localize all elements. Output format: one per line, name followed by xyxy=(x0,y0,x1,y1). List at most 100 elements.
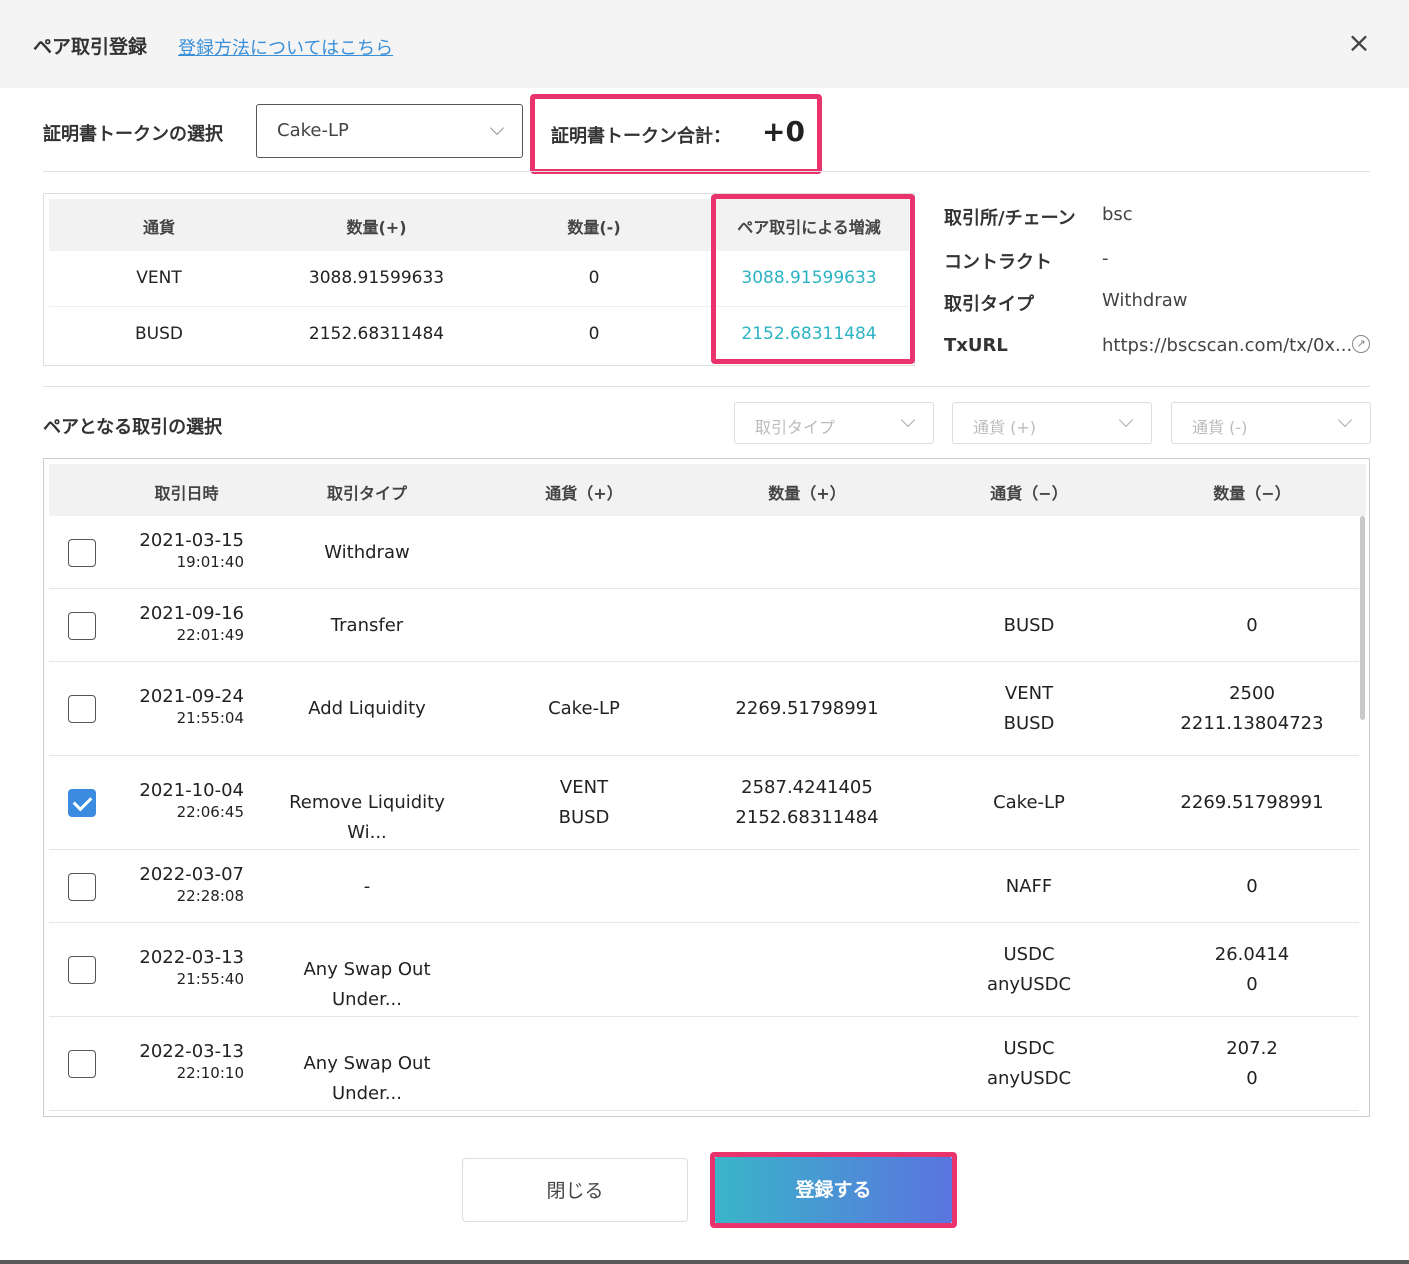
cell-line: Cake-LP xyxy=(548,698,620,719)
transactions-table-header: 取引日時 取引タイプ 通貨（+） 数量（+） 通貨（−） 数量（−） xyxy=(49,464,1366,516)
summary-qty-plus: 2152.68311484 xyxy=(308,324,445,344)
txurl-label: TxURL xyxy=(944,335,1008,356)
header-datetime: 取引日時 xyxy=(154,484,219,503)
filter-currency-minus[interactable]: 通貨 (-) xyxy=(1171,402,1371,444)
token-total-highlight: 証明書トークン合計： +0 xyxy=(530,94,822,174)
close-button[interactable]: 閉じる xyxy=(462,1158,688,1222)
row-tx-type: Add Liquidity xyxy=(308,698,426,719)
row-tx-type: Remove Liquidity Wi... xyxy=(289,792,445,843)
summary-qty-minus: 0 xyxy=(588,268,600,288)
header-qty-plus: 数量（+） xyxy=(768,484,846,503)
help-link[interactable]: 登録方法についてはこちら xyxy=(178,34,393,60)
cell-line: NAFF xyxy=(1005,875,1053,897)
modal-title: ペア取引登録 xyxy=(33,36,148,58)
table-row[interactable]: 2021-03-15 19:01:40 Withdraw xyxy=(49,516,1359,589)
transactions-table: 取引日時 取引タイプ 通貨（+） 数量（+） 通貨（−） 数量（−） 2021-… xyxy=(43,458,1370,1117)
cell-line: BUSD xyxy=(1003,713,1055,734)
submit-button[interactable]: 登録する xyxy=(715,1157,952,1223)
cell-line: 0 xyxy=(1246,875,1258,897)
token-select-row: 証明書トークンの選択 Cake-LP 証明書トークン合計： +0 xyxy=(43,94,1370,174)
row-datetime: 2021-09-16 22:01:49 xyxy=(129,603,244,644)
row-time: 21:55:40 xyxy=(176,970,244,988)
row-cur-minus: VENT BUSD xyxy=(929,679,1129,739)
row-checkbox[interactable] xyxy=(68,538,96,567)
filter-tx-type[interactable]: 取引タイプ xyxy=(734,402,934,444)
exchange-value: bsc xyxy=(1102,204,1133,225)
row-cur-minus: BUSD xyxy=(929,611,1129,641)
cell-line: 0 xyxy=(1246,974,1258,995)
cell-line: 207.2 xyxy=(1226,1038,1278,1059)
row-cur-minus: USDC anyUSDC xyxy=(929,1034,1129,1094)
close-icon[interactable]: × xyxy=(1344,28,1374,58)
txurl-value[interactable]: https://bscscan.com/tx/0x... xyxy=(1102,335,1352,356)
table-row[interactable]: 2021-09-24 21:55:04 Add Liquidity Cake-LP 22… xyxy=(49,662,1359,756)
pair-trade-modal: ペア取引登録 登録方法についてはこちら × 証明書トークンの選択 Cake-LP… xyxy=(0,0,1409,1260)
row-cur-minus: NAFF xyxy=(929,872,1129,902)
divider xyxy=(43,386,1370,387)
row-checkbox[interactable] xyxy=(68,1050,96,1078)
row-date: 2021-10-04 xyxy=(139,780,244,801)
row-date: 2022-03-13 xyxy=(139,947,244,968)
row-cur-plus: VENT BUSD xyxy=(484,773,684,833)
modal-header: ペア取引登録 登録方法についてはこちら × xyxy=(0,0,1409,88)
token-select[interactable]: Cake-LP xyxy=(256,104,523,158)
row-checkbox[interactable] xyxy=(68,789,96,817)
row-datetime: 2021-09-24 21:55:04 xyxy=(129,686,244,727)
row-cur-minus: Cake-LP xyxy=(929,788,1129,818)
table-row[interactable]: 2022-03-13 21:55:40 Any Swap Out Under... U… xyxy=(49,923,1359,1017)
row-time: 19:01:40 xyxy=(176,552,244,571)
header-currency: 通貨 xyxy=(142,218,175,237)
row-checkbox[interactable] xyxy=(68,611,96,640)
header-qty-minus: 数量（−） xyxy=(1213,484,1291,503)
row-qty-minus: 0 xyxy=(1152,611,1352,641)
row-checkbox[interactable] xyxy=(68,872,96,901)
cell-line: BUSD xyxy=(558,807,610,828)
contract-value: - xyxy=(1102,248,1109,269)
row-qty-minus: 2500 2211.13804723 xyxy=(1152,679,1352,739)
cell-line: anyUSDC xyxy=(986,1068,1072,1089)
table-row[interactable]: 2022-03-07 22:28:08 - NAFF 0 xyxy=(49,850,1359,923)
row-date: 2022-03-13 xyxy=(139,1041,244,1062)
filter-tx-type-value: 取引タイプ xyxy=(755,418,836,437)
row-tx-type: Any Swap Out Under... xyxy=(303,1053,431,1104)
cell-line: 26.0414 xyxy=(1214,944,1290,965)
row-time: 22:06:45 xyxy=(176,803,244,821)
row-time: 22:28:08 xyxy=(176,886,244,905)
row-datetime: 2022-03-13 21:55:40 xyxy=(129,947,244,988)
pair-delta-highlight xyxy=(711,194,915,364)
type-label: 取引タイプ xyxy=(944,294,1034,315)
row-checkbox[interactable] xyxy=(68,956,96,984)
table-row[interactable]: 2021-09-16 22:01:49 Transfer BUSD 0 xyxy=(49,589,1359,662)
row-cur-plus: Cake-LP xyxy=(484,694,684,724)
type-value: Withdraw xyxy=(1102,290,1188,311)
divider xyxy=(43,171,1370,172)
summary-currency: BUSD xyxy=(135,324,183,344)
row-datetime: 2021-10-04 22:06:45 xyxy=(129,780,244,821)
table-row[interactable]: 2022-03-13 22:10:10 Any Swap Out Under... U… xyxy=(49,1017,1359,1111)
table-scrollbar[interactable] xyxy=(1360,516,1365,720)
header-currency-minus: 通貨（−） xyxy=(990,484,1068,503)
row-tx-type: - xyxy=(363,875,371,897)
summary-qty-minus: 0 xyxy=(588,324,600,344)
row-cur-minus: USDC anyUSDC xyxy=(929,940,1129,1000)
summary-qty-plus: 3088.91599633 xyxy=(308,268,445,288)
table-row[interactable]: 2021-10-04 22:06:45 Remove Liquidity Wi...… xyxy=(49,756,1359,850)
pair-select-title: ペアとなる取引の選択 xyxy=(43,417,223,438)
row-qty-minus: 207.2 0 xyxy=(1152,1034,1352,1094)
row-date: 2021-09-16 xyxy=(139,602,244,624)
cell-line: 2500 xyxy=(1229,683,1275,704)
cell-line: USDC xyxy=(1003,944,1055,965)
row-checkbox[interactable] xyxy=(68,695,96,723)
row-qty-minus: 0 xyxy=(1152,872,1352,902)
row-tx-type: Withdraw xyxy=(324,541,410,563)
row-datetime: 2021-03-15 19:01:40 xyxy=(129,530,244,571)
chevron-down-icon xyxy=(1337,412,1353,428)
chevron-down-icon xyxy=(489,120,505,136)
chevron-down-icon xyxy=(900,412,916,428)
row-tx-type: Transfer xyxy=(330,614,404,636)
external-link-icon[interactable]: ↗ xyxy=(1352,335,1370,353)
filter-currency-plus-value: 通貨 (+) xyxy=(973,418,1036,437)
cell-line: 0 xyxy=(1246,1068,1258,1089)
filter-currency-plus[interactable]: 通貨 (+) xyxy=(952,402,1152,444)
row-time: 22:01:49 xyxy=(176,625,244,644)
